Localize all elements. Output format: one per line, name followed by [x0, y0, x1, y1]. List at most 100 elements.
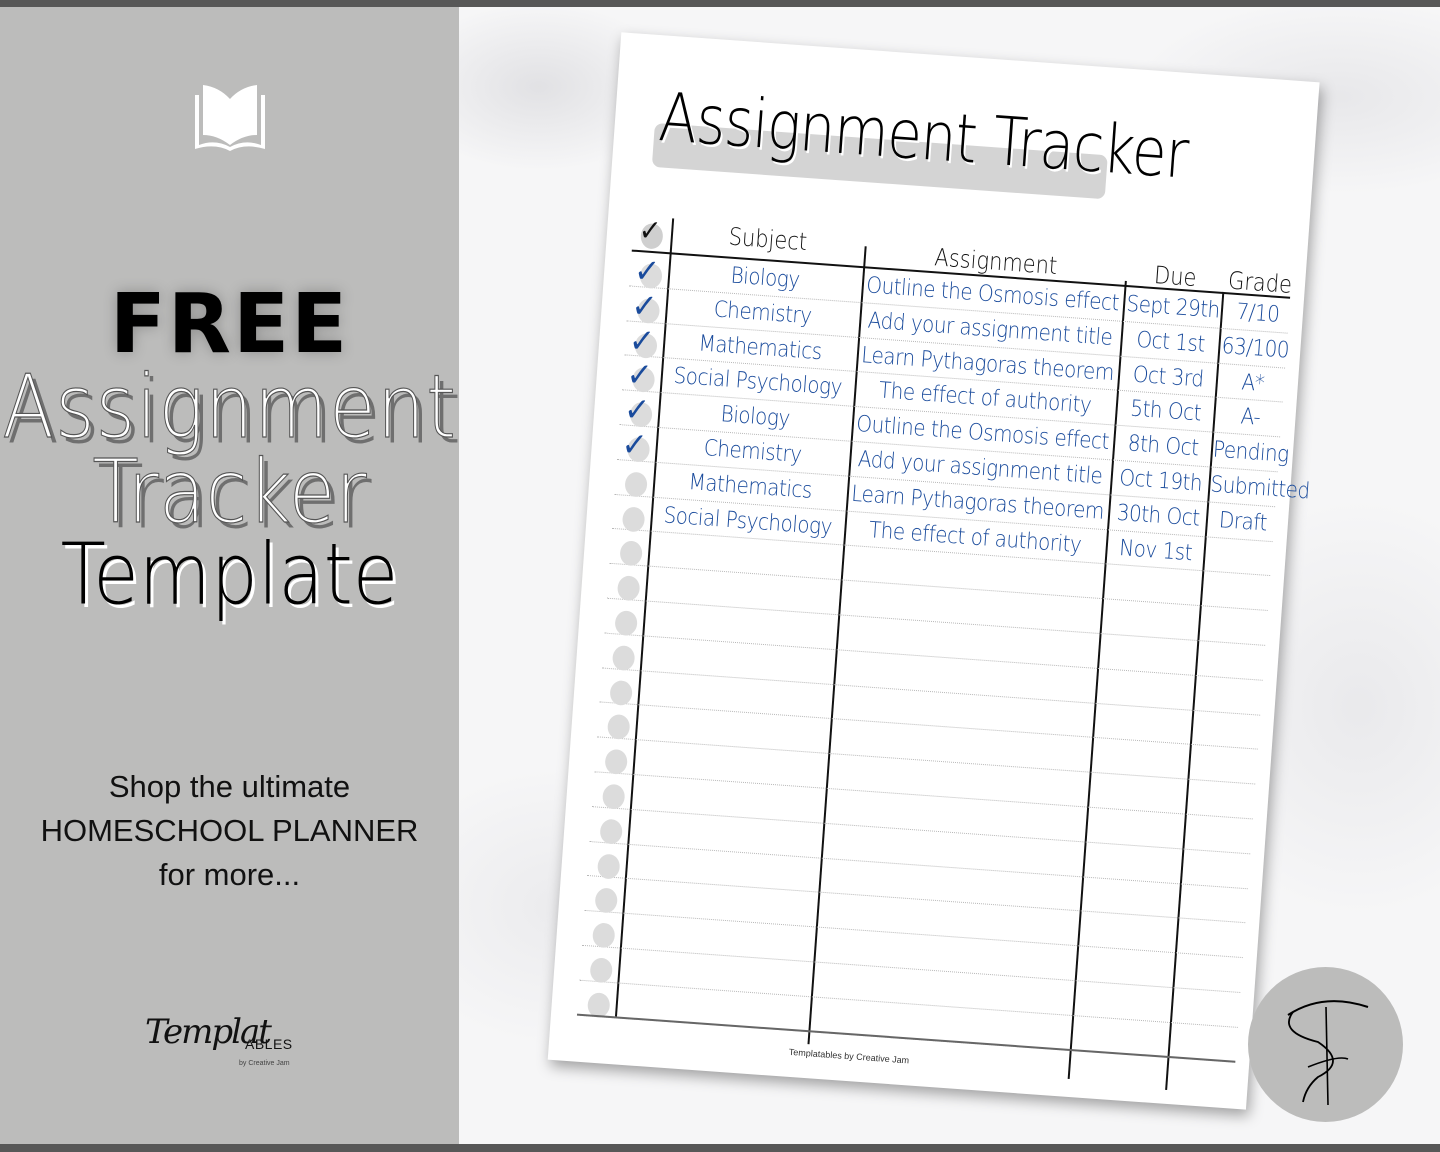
cell-due — [1076, 985, 1172, 992]
row-checkbox[interactable]: ✓ — [628, 321, 662, 362]
check-circle-icon — [621, 505, 646, 533]
row-checkbox[interactable] — [616, 499, 650, 533]
cell-grade — [1202, 610, 1272, 615]
brand-subtitle: by Creative Jam — [239, 1060, 290, 1067]
sheet-footer: Templatables by Creative Jam — [788, 1046, 910, 1066]
tracker-table: ✓ Subject Assignment Due Grade ✓ Biology O… — [576, 213, 1311, 1090]
row-checkbox[interactable] — [586, 915, 620, 949]
cell-due — [1106, 569, 1202, 576]
cell-grade: 63/100 — [1220, 331, 1291, 364]
cell-due: 8th Oct — [1127, 429, 1200, 462]
cell-grade — [1206, 541, 1276, 546]
check-circle-icon — [609, 679, 633, 706]
promo-line-2: HOMESCHOOL PLANNER — [40, 813, 419, 848]
cell-grade — [1197, 680, 1267, 685]
cell-due: Oct 19th — [1118, 463, 1204, 497]
cell-grade — [1179, 923, 1249, 928]
row-checkbox[interactable] — [614, 533, 648, 567]
cell-due — [1094, 742, 1190, 749]
check-circle-icon — [624, 471, 648, 498]
cell-due — [1104, 603, 1200, 610]
tracker-sheet: Assignment Tracker ✓ Subject Assignment … — [547, 32, 1320, 1110]
row-checkbox[interactable]: ✓ — [623, 390, 657, 431]
check-circle-icon — [596, 853, 621, 880]
brand-logo: Templat ABLES by Creative Jam — [145, 1012, 315, 1082]
cell-grade — [1172, 1027, 1242, 1032]
row-checkbox[interactable] — [611, 568, 645, 602]
check-circle-icon — [616, 575, 641, 602]
row-checkbox[interactable] — [591, 846, 625, 880]
tracker-rows: ✓ Biology Outline the Osmosis effect Sept 2… — [576, 251, 1311, 1063]
cell-grade — [1177, 957, 1247, 962]
check-circle-icon — [619, 540, 643, 567]
cell-grade: 7/10 — [1235, 297, 1281, 328]
row-checkbox[interactable] — [618, 464, 652, 498]
row-checkbox[interactable] — [606, 637, 640, 671]
cell-due — [1081, 916, 1177, 923]
row-checkbox[interactable] — [609, 603, 643, 637]
open-book-icon — [195, 85, 265, 151]
cell-due — [1101, 638, 1197, 645]
row-checkbox[interactable]: ✓ — [620, 425, 655, 466]
promo-line-1: Shop the ultimate — [108, 769, 351, 804]
cell-due: 5th Oct — [1129, 394, 1202, 427]
check-circle-icon — [591, 922, 616, 949]
check-circle-icon — [614, 610, 638, 637]
cell-due: Sept 29th — [1125, 289, 1221, 324]
cell-due — [1096, 708, 1192, 715]
row-checkbox[interactable] — [596, 776, 630, 810]
cell-grade — [1182, 888, 1252, 893]
cell-due — [1086, 846, 1182, 853]
cell-grade — [1174, 992, 1244, 997]
promo-text: Shop the ultimate HOMESCHOOL PLANNER for… — [0, 765, 459, 897]
check-circle-icon — [599, 818, 624, 845]
cell-grade — [1189, 784, 1259, 789]
check-circle-icon — [601, 783, 626, 810]
cell-grade — [1184, 853, 1254, 858]
row-checkbox[interactable]: ✓ — [630, 286, 665, 327]
cell-grade: Pending — [1212, 435, 1290, 468]
bottom-frame-bar — [0, 1144, 1440, 1152]
cell-grade — [1192, 749, 1262, 754]
cell-due — [1099, 673, 1195, 680]
cell-due — [1079, 950, 1175, 957]
row-checkbox[interactable] — [594, 811, 628, 845]
row-checkbox[interactable] — [601, 707, 635, 741]
row-checkbox[interactable]: ✓ — [633, 251, 667, 292]
cell-due — [1084, 881, 1180, 888]
cell-due: Oct 3rd — [1131, 359, 1205, 392]
check-circle-icon — [611, 644, 636, 671]
cell-grade: Draft — [1218, 505, 1268, 536]
row-checkbox[interactable]: ✓ — [625, 355, 660, 396]
check-circle-icon — [604, 748, 629, 776]
row-checkbox[interactable] — [604, 672, 638, 706]
cell-grade: Submitted — [1209, 470, 1311, 505]
row-checkbox[interactable] — [584, 950, 618, 984]
promo-image: FREE Assignment Tracker Template Shop th… — [0, 0, 1440, 1152]
left-promo-panel: FREE Assignment Tracker Template Shop th… — [0, 7, 459, 1144]
check-circle-icon — [589, 957, 614, 984]
cell-grade — [1199, 645, 1269, 650]
checkmark-icon: ✓ — [637, 213, 663, 250]
cell-due — [1091, 777, 1187, 784]
cell-grade — [1204, 576, 1274, 581]
row-checkbox[interactable] — [581, 985, 615, 1018]
brand-caps: ABLES — [245, 1036, 293, 1052]
row-checkbox[interactable] — [589, 880, 623, 914]
check-circle-icon — [594, 887, 619, 914]
cell-grade — [1194, 715, 1264, 720]
cell-grade: A* — [1240, 367, 1266, 397]
top-frame-bar — [0, 0, 1440, 7]
cell-due: Oct 1st — [1135, 325, 1206, 357]
row-checkbox[interactable] — [599, 742, 633, 776]
cell-due: 30th Oct — [1115, 498, 1201, 532]
cell-grade — [1187, 819, 1257, 824]
cell-due — [1089, 812, 1185, 819]
templatables-monogram-icon — [1248, 967, 1403, 1122]
cell-grade: A- — [1239, 402, 1262, 431]
title-line-template: Template — [60, 525, 399, 625]
cell-due: Nov 1st — [1118, 533, 1194, 566]
cell-due — [1074, 1020, 1170, 1027]
promo-line-3: for more... — [158, 857, 301, 892]
header-check: ✓ — [634, 213, 672, 250]
